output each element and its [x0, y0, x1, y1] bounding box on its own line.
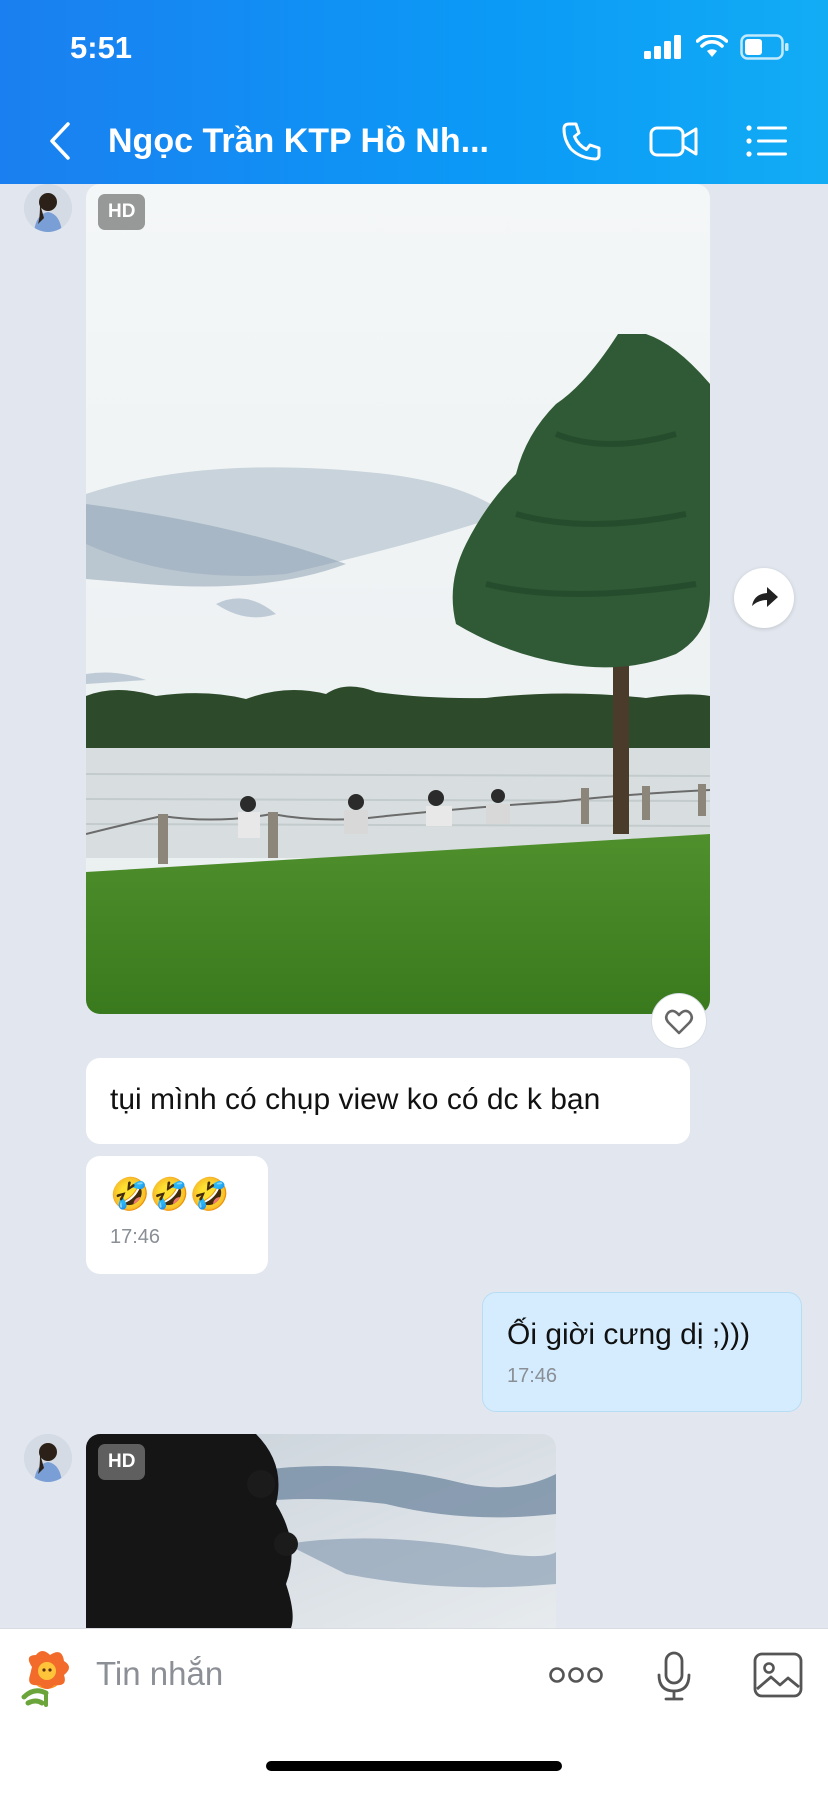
lake-photo-image [86, 184, 710, 1014]
chat-header: 5:51 Ngọc Trần KTP Hồ Nh... [0, 0, 828, 184]
my-message-text: Ối giời cưng dị ;))) [507, 1318, 751, 1351]
share-button[interactable] [734, 568, 794, 628]
my-message-bubble[interactable]: Ối giời cưng dị ;))) 17:46 [482, 1292, 802, 1412]
my-message-time: 17:46 [507, 1365, 558, 1387]
heart-reaction-button[interactable] [652, 994, 706, 1048]
status-time: 5:51 [70, 30, 133, 65]
chat-title[interactable]: Ngọc Trần KTP Hồ Nh... [108, 122, 489, 161]
hd-badge: HD [98, 194, 146, 230]
back-icon[interactable] [40, 118, 80, 164]
message-input-bar [0, 1628, 828, 1793]
wifi-icon [696, 35, 728, 57]
avatar-image [24, 184, 72, 232]
heart-icon [664, 1009, 694, 1035]
battery-icon [740, 34, 789, 60]
emoji-text: 🤣🤣🤣 [110, 1176, 230, 1212]
more-options-icon[interactable] [548, 1655, 604, 1695]
lake-photo[interactable]: HD [86, 184, 710, 1014]
contact-avatar-2[interactable] [24, 1434, 72, 1482]
status-icons [644, 34, 790, 60]
home-indicator [266, 1761, 562, 1771]
video-call-icon[interactable] [648, 116, 700, 166]
signal-icon [644, 35, 681, 59]
message-bubble-emoji[interactable]: 🤣🤣🤣 17:46 [86, 1156, 268, 1274]
message-input[interactable] [94, 1651, 518, 1697]
share-arrow-icon [752, 587, 778, 607]
avatar-image [24, 1434, 72, 1482]
hd-badge: HD [98, 1444, 146, 1480]
nav-row: Ngọc Trần KTP Hồ Nh... [0, 110, 828, 172]
contact-avatar[interactable] [24, 184, 72, 232]
sky-photo[interactable]: HD [86, 1434, 556, 1628]
phone-icon[interactable] [556, 116, 608, 166]
sticker-icon[interactable] [14, 1641, 80, 1711]
message-time: 17:46 [110, 1226, 161, 1248]
microphone-icon[interactable] [654, 1649, 694, 1703]
message-text: tụi mình có chụp view ko có dc k bạn [110, 1083, 601, 1116]
list-menu-icon[interactable] [742, 116, 794, 166]
image-gallery-icon[interactable] [752, 1651, 804, 1699]
message-bubble-text[interactable]: tụi mình có chụp view ko có dc k bạn [86, 1058, 690, 1144]
sky-photo-image [86, 1434, 556, 1628]
